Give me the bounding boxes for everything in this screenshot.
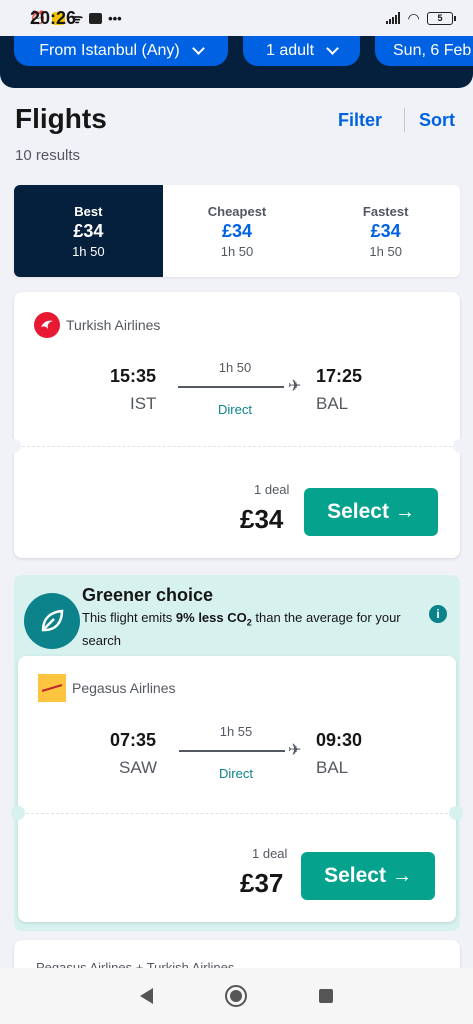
system-nav-bar: [0, 968, 473, 1024]
tab-label: Cheapest: [207, 203, 267, 219]
turkish-airlines-logo: [34, 312, 60, 338]
pegasus-airlines-logo: [38, 674, 66, 702]
tab-duration: 1h 50: [72, 243, 105, 259]
origin-dropdown[interactable]: From Istanbul (Any): [14, 36, 228, 66]
date-dropdown[interactable]: Sun, 6 Feb: [375, 36, 473, 66]
arrive-code: BAL: [316, 394, 349, 413]
depart-code: SAW: [119, 758, 158, 777]
results-count: 10 results: [15, 147, 81, 164]
card-divider: [26, 813, 448, 814]
status-bar: 20:26 ⏰ ᯤ ••• ◠ 5: [0, 0, 473, 36]
select-button[interactable]: Select →: [301, 852, 435, 900]
depart-code: IST: [130, 394, 157, 413]
flight-duration: 1h 50: [218, 360, 252, 375]
status-time: 20:26: [30, 7, 77, 28]
tab-duration: 1h 50: [220, 243, 254, 259]
airline-name: Turkish Airlines: [66, 317, 161, 333]
more-icon: •••: [108, 10, 122, 26]
tab-fastest[interactable]: Fastest £34 1h 50: [311, 185, 460, 277]
greener-description: This flight emits 9% less CO2 than the a…: [82, 610, 401, 648]
battery-icon: 5: [427, 11, 456, 25]
select-label: Select: [324, 864, 386, 887]
arrow-right-icon: →: [391, 864, 412, 887]
route-line: [179, 750, 285, 752]
search-summary-bar: From Istanbul (Any) 1 adult Sun, 6 Feb: [0, 36, 473, 88]
tab-best[interactable]: Best £34 1h 50: [14, 185, 163, 277]
route-line: [178, 386, 284, 388]
chevron-down-icon: [191, 42, 205, 55]
battery-level: 5: [437, 13, 443, 23]
flight-card[interactable]: Turkish Airlines 15:35 IST 1h 50 ✈ Direc…: [7, 292, 467, 558]
deal-count: 1 deal: [254, 482, 290, 497]
back-icon[interactable]: [140, 988, 153, 1004]
tab-duration: 1h 50: [369, 243, 402, 259]
recents-icon[interactable]: [319, 989, 333, 1003]
arrive-time: 09:30: [316, 730, 363, 750]
home-icon[interactable]: [225, 985, 247, 1007]
stops-label: Direct: [218, 402, 252, 417]
tab-label: Fastest: [362, 203, 409, 219]
filter-button[interactable]: Filter: [338, 110, 382, 131]
card-notch: [7, 439, 21, 453]
stops-label: Direct: [219, 766, 253, 781]
deal-count: 1 deal: [252, 846, 288, 861]
tab-price: £34: [221, 220, 253, 241]
signal-icon: [386, 12, 401, 24]
depart-time: 07:35: [110, 730, 157, 750]
sort-button[interactable]: Sort: [419, 110, 455, 131]
header-divider: [404, 108, 405, 132]
card-notch: [449, 806, 463, 820]
select-button[interactable]: Select →: [304, 488, 438, 536]
origin-label: From Istanbul (Any): [39, 42, 180, 59]
arrow-right-icon: →: [394, 500, 415, 523]
tab-label: Best: [74, 203, 103, 219]
flight-duration: 1h 55: [219, 724, 253, 739]
flight-price: £34: [240, 504, 284, 534]
card-notch: [11, 806, 25, 820]
date-label: Sun, 6 Feb: [393, 42, 472, 59]
flight-card[interactable]: Pegasus Airlines 07:35 SAW 1h 55 ✈ Direc…: [11, 656, 463, 922]
flight-price: £37: [240, 868, 284, 898]
tab-price: £34: [73, 220, 104, 241]
arrive-time: 17:25: [316, 366, 363, 386]
passengers-dropdown[interactable]: 1 adult: [243, 36, 360, 66]
select-label: Select: [327, 500, 389, 523]
greener-title: Greener choice: [82, 585, 214, 605]
card-divider: [22, 446, 452, 447]
passengers-label: 1 adult: [265, 42, 315, 59]
arrive-code: BAL: [316, 758, 349, 777]
wifi-icon: ◠: [408, 9, 419, 26]
chevron-down-icon: [326, 42, 339, 55]
depart-time: 15:35: [110, 366, 157, 386]
plane-icon: ✈: [288, 742, 302, 759]
message-icon: [89, 12, 103, 24]
card-notch: [453, 439, 467, 453]
tab-price: £34: [370, 220, 401, 241]
airline-name: Pegasus Airlines: [72, 680, 176, 696]
sort-tabs: Best £34 1h 50 Cheapest £34 1h 50 Fastes…: [14, 185, 460, 277]
tab-cheapest[interactable]: Cheapest £34 1h 50: [163, 185, 312, 277]
plane-icon: ✈: [288, 378, 302, 395]
info-icon[interactable]: i: [429, 605, 447, 623]
page-title: Flights: [15, 103, 107, 134]
leaf-icon: [24, 593, 80, 649]
